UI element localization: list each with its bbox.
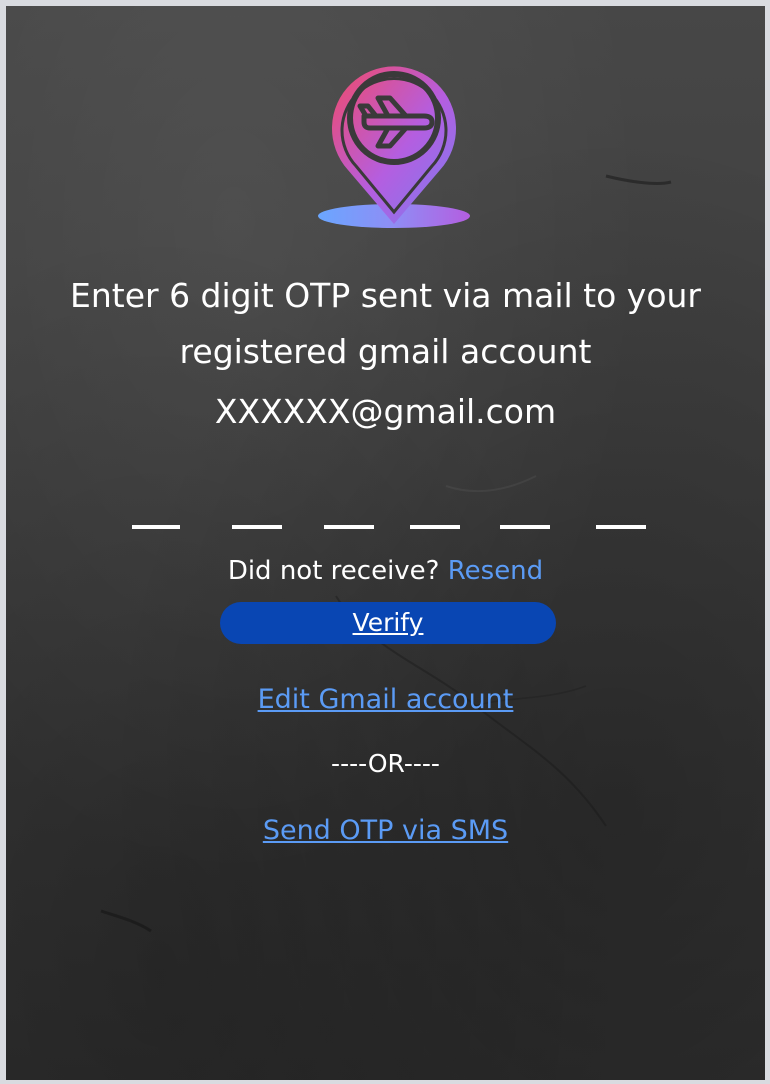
otp-verification-screen: Enter 6 digit OTP sent via mail to your … (6, 6, 765, 1080)
otp-digit-2[interactable] (232, 525, 282, 529)
airplane-location-pin-icon (308, 52, 472, 232)
resend-link[interactable]: Resend (448, 556, 543, 586)
verify-button[interactable]: Verify (220, 602, 556, 644)
otp-digit-4[interactable] (410, 525, 460, 529)
edit-gmail-account-link[interactable]: Edit Gmail account (6, 680, 765, 720)
or-divider: ----OR---- (331, 749, 440, 778)
masked-email: XXXXXX@gmail.com (214, 392, 557, 431)
title-line-2: registered gmail account (179, 332, 592, 371)
resend-prompt: Did not receive? (227, 556, 440, 586)
otp-digit-3[interactable] (324, 525, 374, 529)
otp-digit-1[interactable] (132, 525, 180, 529)
title-line-1: Enter 6 digit OTP sent via mail to your (70, 276, 701, 315)
send-otp-sms-link[interactable]: Send OTP via SMS (6, 811, 765, 851)
resend-row: Did not receive? Resend (6, 552, 765, 590)
otp-digit-5[interactable] (500, 525, 550, 529)
otp-digit-6[interactable] (596, 525, 646, 529)
page-title: Enter 6 digit OTP sent via mail to your … (6, 268, 765, 380)
